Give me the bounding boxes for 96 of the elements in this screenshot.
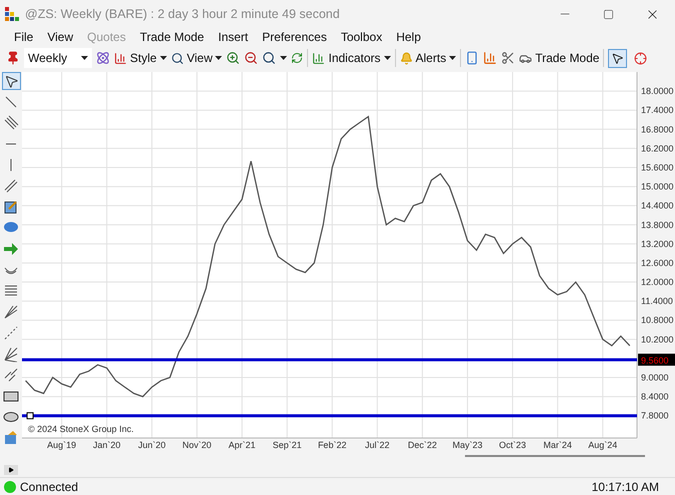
y-axis-label: 16.2000 [641, 143, 674, 154]
y-axis-label: 10.8000 [641, 315, 674, 326]
caret-icon [280, 56, 288, 60]
y-axis-label: 14.4000 [641, 200, 674, 211]
x-axis-label: Mar`24 [543, 440, 572, 450]
x-axis-label: Oct`23 [499, 440, 526, 450]
zoom-out-icon[interactable] [244, 51, 258, 65]
chart-icon [312, 52, 326, 64]
y-axis-label: 17.4000 [641, 105, 674, 116]
x-axis-label: Nov`20 [182, 440, 212, 450]
horizontal-line-icon [4, 143, 18, 145]
menu-item[interactable]: View [40, 28, 80, 46]
indicators-button[interactable]: Indicators [312, 49, 391, 67]
caret-icon [384, 56, 391, 60]
ellipse-icon [3, 409, 19, 425]
menu-item[interactable]: Insert [211, 28, 256, 46]
scissors-icon[interactable] [501, 51, 516, 65]
line-handle[interactable] [26, 412, 34, 420]
y-axis-label: 8.4000 [641, 392, 669, 402]
drawing-tool[interactable] [2, 345, 20, 363]
parallel-lines-icon [3, 115, 19, 131]
menu-item[interactable]: Toolbox [334, 28, 390, 46]
expand-button[interactable] [4, 465, 18, 475]
price-marker: 9.5600 [638, 354, 675, 366]
view-button[interactable]: View [170, 49, 222, 67]
status-time: 10:17:10 AM [592, 478, 659, 495]
x-axis-label: Apr`21 [228, 440, 256, 450]
x-axis-label: Sep`21 [272, 440, 302, 450]
horizontal-line[interactable] [22, 358, 637, 362]
x-axis-label: Jul`22 [365, 440, 390, 450]
x-axis-label: Aug`19 [47, 440, 76, 450]
drawing-tool[interactable] [2, 303, 20, 321]
play-icon [8, 467, 14, 473]
caret-icon [449, 56, 456, 60]
period-dropdown[interactable]: Weekly [24, 48, 92, 68]
y-axis-label: 16.8000 [641, 124, 674, 134]
pointer-icon [4, 74, 18, 88]
caret-icon [81, 56, 88, 60]
x-axis-label: Dec`22 [408, 440, 437, 450]
drawing-tool[interactable] [2, 72, 20, 90]
y-axis-label: 15.0000 [641, 182, 674, 192]
caret-icon [215, 56, 222, 60]
y-axis-label: 11.4000 [641, 296, 673, 306]
crosshair-icon [634, 52, 648, 64]
y-axis-label: 13.8000 [641, 220, 674, 230]
y-axis-label: 15.6000 [641, 162, 674, 172]
dotted-line-icon [3, 325, 19, 341]
arrow-icon [3, 241, 19, 257]
y-axis-label: 18.0000 [641, 86, 674, 96]
y-axis-label: 10.2000 [641, 334, 674, 344]
fan-lines-icon [3, 304, 19, 320]
copyright-text: © 2024 StoneX Group Inc. [28, 424, 134, 434]
double-line-icon [3, 178, 19, 194]
orbit-icon[interactable] [96, 51, 110, 65]
x-axis-label: Jun`20 [138, 440, 166, 450]
pointer-tool[interactable] [608, 48, 628, 68]
menu-item[interactable]: Trade Mode [132, 28, 212, 46]
x-axis-label: Feb`22 [318, 440, 346, 450]
y-axis-label: 9.0000 [641, 372, 669, 383]
x-axis-label: May`23 [452, 440, 482, 450]
color-bars-icon[interactable] [483, 51, 498, 65]
caret-icon [160, 56, 167, 60]
menu-item[interactable]: File [7, 28, 40, 46]
x-axis-label: Jan`20 [93, 440, 121, 450]
fan-icon [3, 346, 19, 362]
x-axis-label: Aug`24 [588, 440, 618, 450]
zoom-in-icon[interactable] [226, 51, 240, 65]
maximize-icon[interactable] [603, 8, 614, 20]
vertical-line-icon [10, 158, 12, 172]
refresh-icon[interactable] [291, 52, 304, 64]
note-icon [3, 199, 19, 215]
y-axis-label: 13.2000 [641, 238, 674, 249]
y-axis-label: 7.8000 [641, 410, 669, 421]
pointer-icon [611, 52, 624, 64]
bell-icon [400, 52, 413, 64]
menu-item[interactable]: Help [389, 28, 428, 46]
drawing-tool[interactable] [2, 114, 20, 132]
app-logo [5, 7, 19, 21]
style-button[interactable]: Style [114, 49, 167, 67]
y-axis-label: 12.0000 [641, 277, 674, 288]
bars-icon [114, 52, 127, 64]
ref-line-label: 9.5600 [641, 356, 669, 366]
phone-icon[interactable] [465, 51, 480, 65]
line-icon [3, 94, 19, 110]
diagonal-lines-icon [3, 367, 19, 383]
trade-mode-button[interactable]: Trade Mode [519, 49, 600, 67]
y-axis-label: 12.6000 [641, 258, 674, 268]
alerts-button[interactable]: Alerts [400, 49, 456, 67]
connection-status: Connected [20, 478, 80, 495]
search-icon [170, 52, 184, 64]
pin-icon[interactable] [6, 51, 20, 65]
zoom-icon[interactable] [262, 51, 276, 65]
menu-item[interactable]: Preferences [255, 28, 334, 46]
scrollbar-thumb[interactable] [465, 455, 645, 457]
window-title: @ZS: Weekly (BARE) : 2 day 3 hour 2 minute 49 second [25, 6, 341, 23]
folder-icon [3, 430, 19, 446]
